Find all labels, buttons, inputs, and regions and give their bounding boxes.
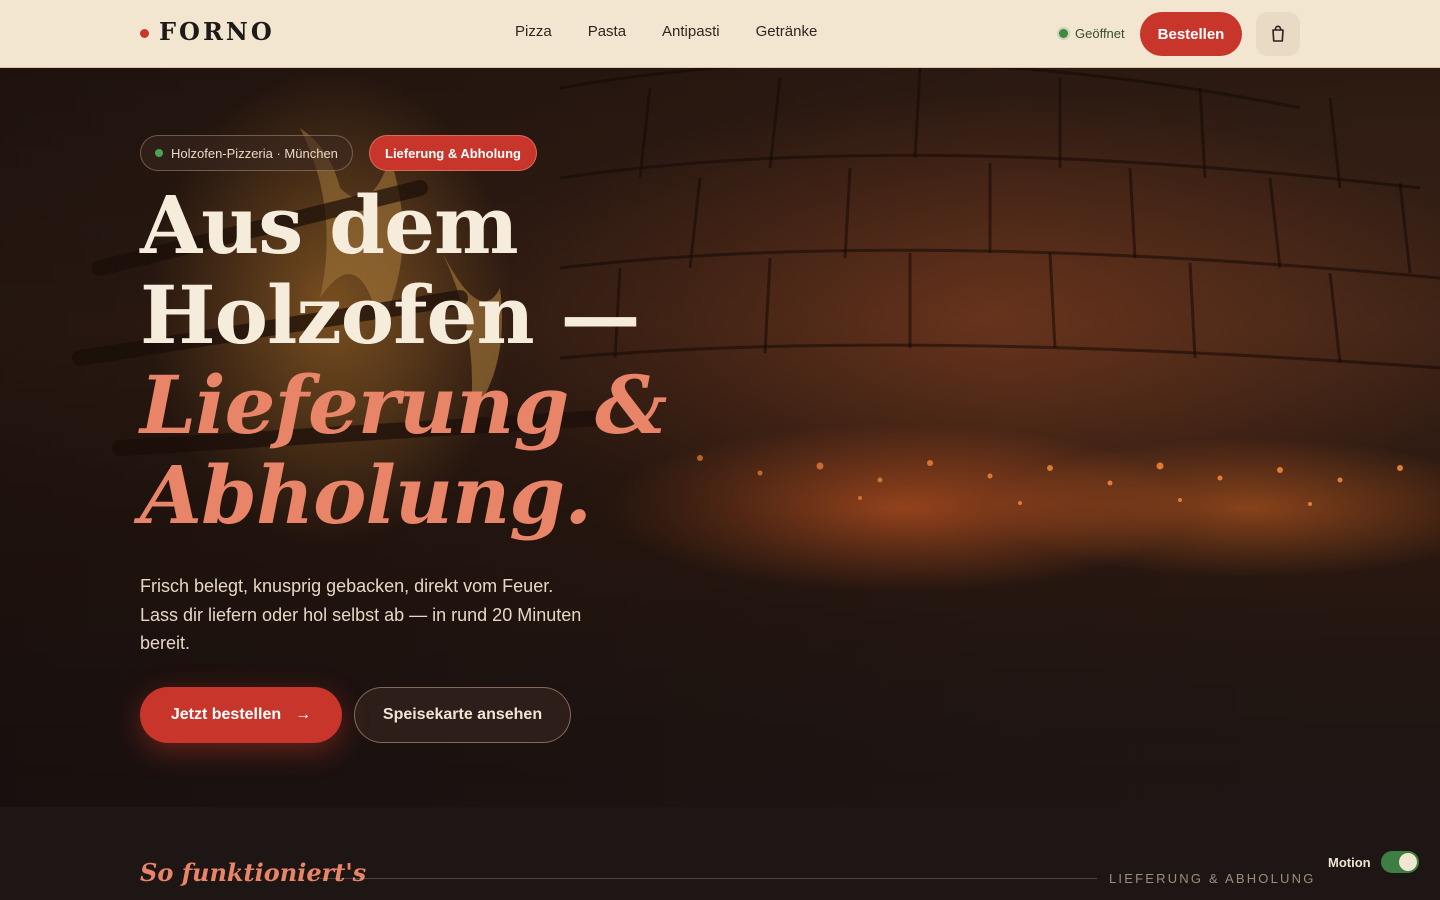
motion-toggle[interactable]	[1380, 851, 1419, 873]
motion-label: Motion	[1328, 854, 1371, 870]
section-divider	[320, 878, 1097, 879]
service-badge: Lieferung & Abholung	[369, 135, 537, 171]
open-status-label: Geöffnet	[1075, 26, 1125, 41]
shopping-bag-icon	[1272, 25, 1284, 42]
cart-button[interactable]	[1256, 12, 1300, 56]
order-now-label: Jetzt bestellen	[170, 706, 282, 723]
motion-toggle-control: Motion	[1328, 851, 1419, 873]
location-badge: Holzofen-Pizzeria · München	[140, 135, 353, 171]
top-navigation-bar: FORNO Pizza Pasta Antipasti Getränke Geö…	[0, 0, 1440, 68]
section-title: So funktioniert's	[140, 858, 367, 887]
section-tag: LIEFERUNG & ABHOLUNG	[1109, 871, 1316, 886]
order-button[interactable]: Bestellen	[1140, 12, 1242, 56]
view-menu-button[interactable]: Speisekarte ansehen	[354, 687, 571, 743]
status-dot-icon	[1059, 29, 1068, 38]
nav-item-pasta[interactable]: Pasta	[588, 23, 626, 40]
toggle-knob	[1398, 853, 1417, 871]
headline-line-1: Aus dem	[140, 178, 519, 272]
headline-accent-line-2: Abholung.	[140, 448, 592, 542]
hero-headline: Aus dem Holzofen — Lieferung & Abholung.	[140, 178, 667, 542]
headline-accent-line-1: Lieferung &	[140, 358, 667, 452]
green-dot-icon	[155, 149, 163, 157]
nav-item-antipasti[interactable]: Antipasti	[662, 23, 720, 40]
logo[interactable]: FORNO	[140, 17, 275, 46]
logo-text: FORNO	[159, 17, 275, 46]
nav-item-pizza[interactable]: Pizza	[515, 23, 552, 40]
arrow-right-icon: →	[295, 706, 312, 723]
nav-item-getraenke[interactable]: Getränke	[756, 23, 818, 40]
open-status: Geöffnet	[1059, 26, 1125, 41]
order-now-button[interactable]: Jetzt bestellen →	[140, 687, 342, 743]
hero-section: Holzofen-Pizzeria · München Lieferung & …	[0, 68, 1440, 807]
main-nav: Pizza Pasta Antipasti Getränke	[515, 23, 817, 40]
hero-lead-text: Frisch belegt, knusprig gebacken, direkt…	[140, 576, 582, 653]
headline-line-2: Holzofen —	[140, 268, 640, 362]
logo-dot-icon	[140, 29, 149, 38]
location-badge-label: Holzofen-Pizzeria · München	[171, 145, 338, 161]
